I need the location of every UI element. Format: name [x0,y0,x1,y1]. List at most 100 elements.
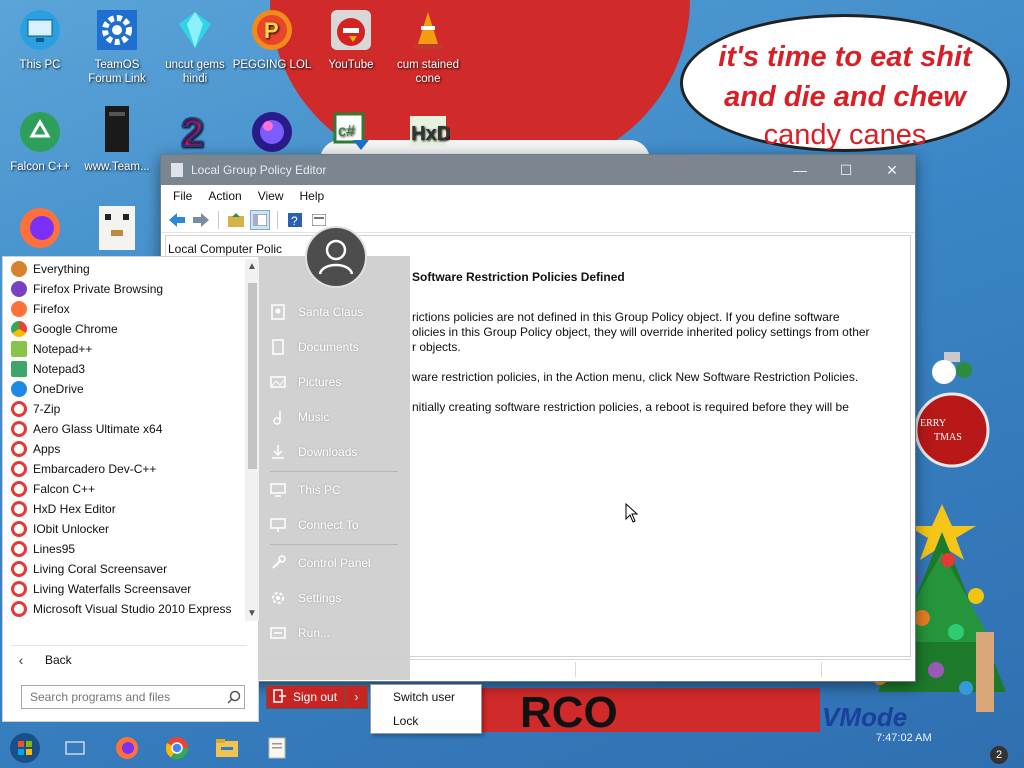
place-documents[interactable]: Documents [268,332,406,362]
desktop-icon-this-pc[interactable]: This PC [0,8,80,72]
toolbar-separator [277,210,278,229]
scrollbar-thumb[interactable] [248,283,257,469]
menu-file[interactable]: File [165,189,200,203]
desktop-icon-label: www.Team... [84,161,150,173]
folder-group-icon [11,501,27,517]
csharp-icon: c# [333,112,369,150]
desktop-icon-pixel-cat[interactable] [77,204,157,258]
program-list-scrollbar[interactable]: ▲ ▼ [245,259,260,621]
chevron-left-icon: ‹ [18,651,24,668]
sign-out-button[interactable]: Sign out [266,685,346,709]
program-falcon-cpp[interactable]: Falcon C++ [3,479,243,499]
place-user-folder[interactable]: Santa Claus [268,297,406,327]
menu-help[interactable]: Help [292,189,333,203]
program-notepad3[interactable]: Notepad3 [3,359,243,379]
folder-group-icon [11,401,27,417]
desktop-icon-label: Falcon C++ [10,161,70,173]
program-firefox-private[interactable]: Firefox Private Browsing [3,279,243,299]
start-menu-programs-panel: Everything Firefox Private Browsing Fire… [2,256,260,722]
menu-view[interactable]: View [250,189,292,203]
program-apps[interactable]: Apps [3,439,243,459]
number-2-icon: 2 [180,110,204,156]
taskbar-firefox-icon[interactable] [110,732,144,764]
place-run[interactable]: Run... [268,618,406,648]
chrome-icon [11,321,27,337]
menu-action[interactable]: Action [200,189,249,203]
program-7zip[interactable]: 7-Zip [3,399,243,419]
desktop-icon-csharp[interactable]: c# [311,110,391,160]
desktop-icon-falcon-cpp[interactable]: Falcon C++ [0,110,80,174]
desktop-icon-cone[interactable]: cum stained cone [388,8,468,86]
program-dev-cpp[interactable]: Embarcadero Dev-C++ [3,459,243,479]
desktop-icon-firefox[interactable] [0,206,80,256]
minimize-icon[interactable]: — [777,155,823,185]
desktop-icon-number-two[interactable]: 2 [155,108,235,158]
task-view-icon[interactable] [58,732,92,764]
scroll-down-icon[interactable]: ▼ [247,608,257,619]
desktop-icon-orb[interactable] [232,110,312,160]
desktop-icon-uncut-gems[interactable]: uncut gems hindi [155,8,235,86]
christmas-ornament-icon: ERRY TMAS [914,352,990,468]
power-options-arrow-button[interactable]: › [346,685,368,709]
user-avatar[interactable] [305,226,367,288]
user-folder-icon [268,302,288,322]
bubble-line-2: and die and chew [724,81,966,113]
search-programs-box[interactable] [21,685,245,709]
menu-bar: File Action View Help [161,185,915,207]
program-label: 7-Zip [33,402,61,416]
place-connect-to[interactable]: Connect To [268,510,406,540]
taskbar-notepad-icon[interactable] [260,732,294,764]
program-living-coral[interactable]: Living Coral Screensaver [3,559,243,579]
start-orb-icon[interactable] [8,732,42,764]
desktop-icon-hxd[interactable]: HxD [388,110,468,160]
taskbar-file-explorer-icon[interactable] [210,732,244,764]
firefox-icon [11,301,27,317]
place-settings[interactable]: Settings [268,583,406,613]
place-music[interactable]: Music [268,402,406,432]
program-label: Notepad3 [33,362,86,376]
program-vs2010[interactable]: Microsoft Visual Studio 2010 Express [3,599,243,619]
place-pictures[interactable]: Pictures [268,367,406,397]
forward-arrow-icon[interactable] [191,210,211,230]
program-firefox[interactable]: Firefox [3,299,243,319]
back-arrow-icon[interactable] [167,210,187,230]
show-hide-tree-icon[interactable] [250,209,270,230]
close-icon[interactable]: ✕ [869,155,915,185]
taskbar-chrome-icon[interactable] [160,732,194,764]
mouse-pointer-icon [625,503,639,523]
up-folder-icon[interactable] [226,210,246,230]
program-iobit[interactable]: IObit Unlocker [3,519,243,539]
place-this-pc[interactable]: This PC [268,475,406,505]
music-icon [268,407,288,427]
back-button[interactable]: ‹ Back [11,645,247,671]
help-icon[interactable]: ? [285,210,305,230]
place-downloads[interactable]: Downloads [268,437,406,467]
program-lines95[interactable]: Lines95 [3,539,243,559]
places-divider [270,544,398,545]
desktop-icon-teamos-forum-link[interactable]: TeamOS Forum Link [77,8,157,86]
search-input[interactable] [30,690,224,704]
scroll-up-icon[interactable]: ▲ [247,261,257,272]
desktop-icon-youtube[interactable]: YouTube [311,8,391,72]
desktop-icon-team-link[interactable]: www.Team... [77,104,157,174]
tree-root-item[interactable]: Local Computer Polic [168,242,282,256]
menu-item-switch-user[interactable]: Switch user [371,685,481,709]
program-chrome[interactable]: Google Chrome [3,319,243,339]
program-notepadpp[interactable]: Notepad++ [3,339,243,359]
status-cell [821,662,822,677]
program-living-waterfalls[interactable]: Living Waterfalls Screensaver [3,579,243,599]
window-titlebar[interactable]: Local Group Policy Editor — ☐ ✕ [161,155,915,185]
program-onedrive[interactable]: OneDrive [3,379,243,399]
program-label: OneDrive [33,382,84,396]
program-hxd[interactable]: HxD Hex Editor [3,499,243,519]
program-aero-glass[interactable]: Aero Glass Ultimate x64 [3,419,243,439]
desktop-icon-pegging-lol[interactable]: P PEGGING LOL [232,8,312,72]
policy-paragraph-3: nitially creating software restriction p… [412,400,849,414]
network-icon [268,515,288,535]
program-everything[interactable]: Everything [3,259,243,279]
place-label: Santa Claus [298,305,364,319]
place-control-panel[interactable]: Control Panel [268,548,406,578]
program-label: Embarcadero Dev-C++ [33,462,157,476]
folder-group-icon [11,581,27,597]
maximize-icon[interactable]: ☐ [823,155,869,185]
